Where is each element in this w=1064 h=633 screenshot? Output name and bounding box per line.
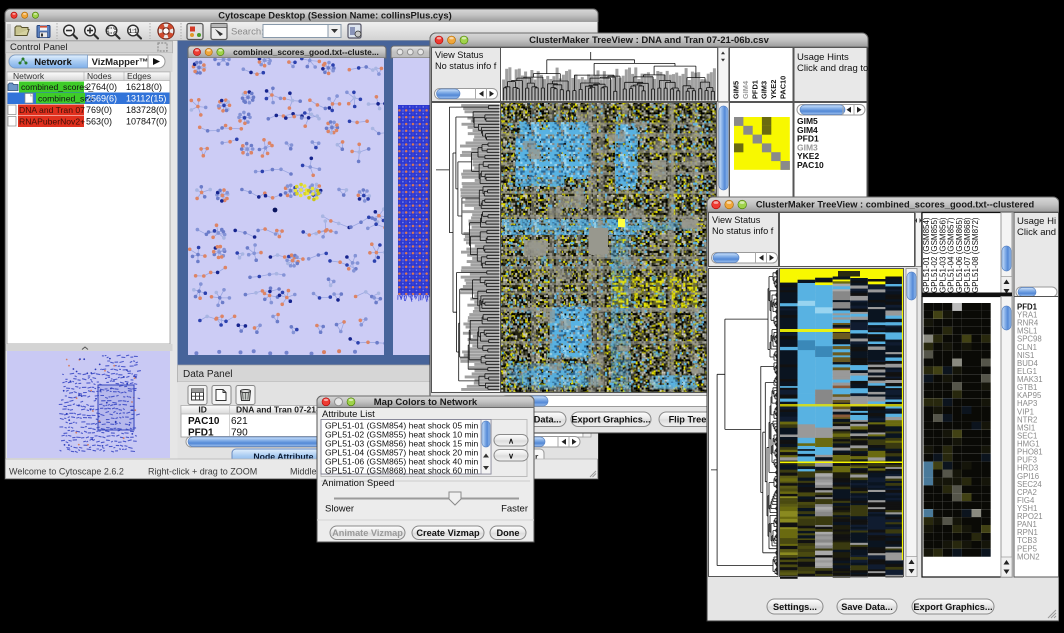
svg-text:621: 621 [231, 416, 248, 427]
svg-text:GIM5: GIM5 [732, 81, 741, 99]
svg-text:Data Panel: Data Panel [183, 369, 232, 380]
svg-text:View Status: View Status [712, 215, 761, 225]
svg-text:Nodes: Nodes [87, 71, 112, 81]
svg-text:ClusterMaker TreeView : DNA an: ClusterMaker TreeView : DNA and Tran 07-… [529, 35, 769, 46]
svg-text:GPL51-08 (GSM872): GPL51-08 (GSM872) [971, 217, 980, 293]
svg-text:Export Graphics...: Export Graphics... [571, 415, 650, 425]
svg-text:Animation Speed: Animation Speed [322, 478, 394, 489]
svg-text:16218(0): 16218(0) [126, 82, 162, 92]
svg-text:GIM3: GIM3 [760, 81, 769, 99]
svg-text:Done: Done [497, 528, 520, 538]
svg-text:Usage Hi: Usage Hi [1017, 216, 1056, 227]
svg-text:Click and drag to: Click and drag to [797, 63, 868, 74]
svg-text:PAC10: PAC10 [188, 416, 220, 427]
svg-text:No status info f: No status info f [712, 226, 774, 236]
svg-text:VizMapper™: VizMapper™ [92, 57, 149, 68]
svg-text:2569(6): 2569(6) [86, 94, 117, 104]
svg-text:GPL51-07 (GSM868) heat shock 6: GPL51-07 (GSM868) heat shock 60 min [325, 466, 479, 476]
svg-text:GIM4: GIM4 [741, 80, 750, 99]
svg-text:MON2: MON2 [1017, 552, 1040, 561]
svg-text:Save Data...: Save Data... [841, 602, 893, 612]
svg-text:1:1: 1:1 [129, 29, 138, 35]
svg-text:Usage Hints: Usage Hints [797, 52, 849, 63]
svg-text:563(0): 563(0) [86, 117, 112, 127]
svg-text:ClusterMaker TreeView : combin: ClusterMaker TreeView : combined_scores_… [756, 200, 1035, 210]
svg-text:Map Colors to Network: Map Colors to Network [374, 397, 478, 408]
svg-text:DNA and Tran 07: DNA and Tran 07 [19, 105, 85, 115]
svg-text:Network: Network [13, 71, 45, 81]
svg-text:Network: Network [34, 57, 72, 68]
svg-text:Welcome to Cytoscape 2.6.2: Welcome to Cytoscape 2.6.2 [9, 467, 124, 477]
svg-text:Cytoscape Desktop (Session Nam: Cytoscape Desktop (Session Name: collins… [218, 9, 451, 20]
svg-text:Export Graphics...: Export Graphics... [913, 602, 992, 612]
svg-text:∨: ∨ [508, 452, 514, 461]
svg-text:107847(0): 107847(0) [126, 117, 167, 127]
svg-text:Animate Vizmap: Animate Vizmap [332, 528, 403, 538]
svg-text:ID: ID [198, 405, 207, 415]
svg-text:Edges: Edges [127, 71, 151, 81]
svg-text:183728(0): 183728(0) [126, 105, 167, 115]
svg-text:No status info f: No status info f [435, 61, 497, 71]
svg-text:PFD1: PFD1 [750, 80, 759, 99]
svg-text:combined_scores_: combined_scores_ [21, 82, 93, 92]
svg-text:combined_scores_good.txt--clus: combined_scores_good.txt--cluste... [233, 47, 379, 57]
svg-text:PAC10: PAC10 [779, 76, 788, 99]
svg-text:Right-click + drag to ZOOM: Right-click + drag to ZOOM [148, 467, 257, 477]
svg-text:PAC10: PAC10 [797, 160, 824, 170]
svg-text:Slower: Slower [325, 504, 354, 515]
svg-text:Search:: Search: [231, 27, 264, 38]
svg-text:YKE2: YKE2 [769, 80, 778, 99]
svg-text:769(0): 769(0) [86, 105, 112, 115]
svg-text:2764(0): 2764(0) [86, 82, 117, 92]
svg-text:Attribute List: Attribute List [322, 409, 375, 420]
svg-text:Faster: Faster [501, 504, 528, 515]
svg-text:∧: ∧ [508, 437, 514, 446]
svg-text:RNAPuberNov2+: RNAPuberNov2+ [19, 117, 85, 127]
svg-text:Settings...: Settings... [773, 602, 817, 612]
svg-text:Click and: Click and [1017, 227, 1056, 238]
svg-text:View Status: View Status [435, 50, 484, 60]
svg-text:Create Vizmap: Create Vizmap [416, 528, 480, 538]
svg-text:13112(15): 13112(15) [126, 94, 166, 104]
svg-text:Control Panel: Control Panel [10, 42, 68, 53]
